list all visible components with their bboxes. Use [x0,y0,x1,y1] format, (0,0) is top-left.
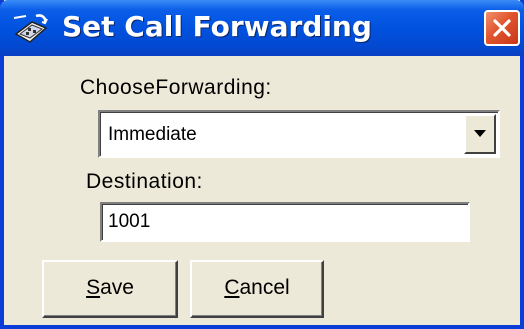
cancel-mnemonic: C [224,276,240,299]
forwarding-select[interactable]: Immediate [98,110,500,158]
destination-label: Destination: [86,170,203,193]
save-button[interactable]: Save [42,260,178,318]
dialog-title: Set Call Forwarding [62,10,372,43]
close-icon [493,19,511,37]
dropdown-button[interactable] [464,114,496,154]
save-mnemonic: S [86,276,101,299]
title-bar[interactable]: Set Call Forwarding [0,0,524,56]
cancel-label: ancel [239,276,290,299]
forwarding-selected-value: Immediate [108,124,197,145]
save-label: ave [100,276,134,299]
destination-input[interactable] [100,202,470,242]
close-button[interactable] [484,10,520,46]
chevron-down-icon [474,130,486,137]
cancel-button[interactable]: Cancel [190,260,324,318]
phone-forward-icon [12,12,50,46]
dialog-body: ChooseForwarding: Immediate Destination:… [4,56,520,325]
call-forwarding-dialog: Set Call Forwarding ChooseForwarding: Im… [0,0,524,329]
forwarding-label: ChooseForwarding: [80,76,272,99]
